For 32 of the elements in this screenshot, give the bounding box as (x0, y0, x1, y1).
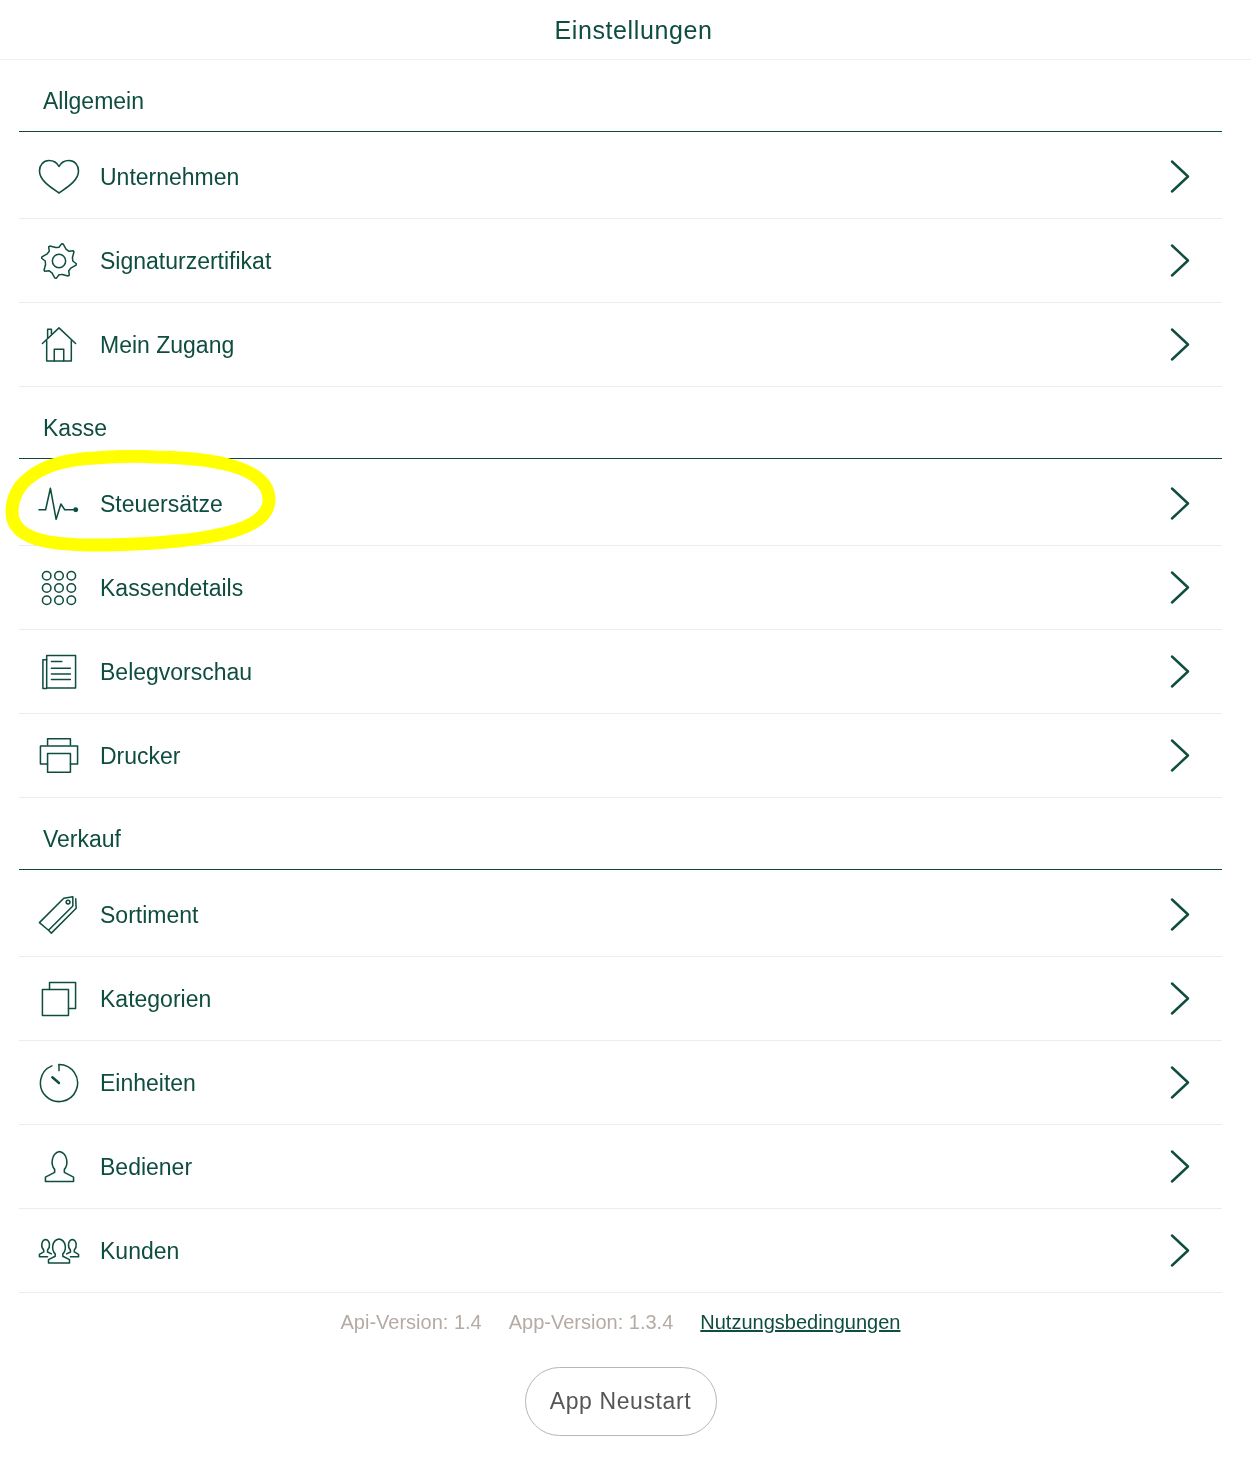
chevron-right-icon (1170, 571, 1190, 604)
restart-button[interactable]: App Neustart (524, 1367, 717, 1436)
version-text: Api-Version: 1.4 (340, 1310, 482, 1334)
pulse-icon (38, 485, 80, 522)
chevron-right-icon (1170, 739, 1190, 772)
chevron-right-icon (1170, 487, 1190, 520)
chevron-right-icon (1170, 898, 1190, 931)
section-heading: Kasse (43, 414, 107, 442)
heart-icon (38, 158, 80, 195)
terms-link[interactable]: Nutzungsbedingungen (700, 1310, 901, 1334)
person-icon (43, 1150, 75, 1183)
people-icon (38, 1236, 80, 1265)
chevron-right-icon (1170, 1234, 1190, 1267)
page-title: Einstellungen (554, 14, 713, 45)
chevron-right-icon (1170, 244, 1190, 277)
chevron-right-icon (1170, 655, 1190, 688)
dot-grid-icon (41, 569, 77, 606)
section-heading: Verkauf (43, 825, 121, 853)
printer-icon (39, 737, 79, 774)
section-heading: Allgemein (43, 87, 144, 115)
chevron-right-icon (1170, 1066, 1190, 1099)
chevron-right-icon (1170, 328, 1190, 361)
chevron-right-icon (1170, 1150, 1190, 1183)
version-text: App-Version: 1.3.4 (508, 1310, 674, 1334)
chevron-right-icon (1170, 160, 1190, 193)
squares-icon (41, 980, 77, 1017)
document-icon (41, 653, 77, 690)
gear-icon (40, 241, 78, 280)
tag-icon (38, 893, 80, 936)
timer-icon (39, 1062, 79, 1103)
chevron-right-icon (1170, 982, 1190, 1015)
house-icon (41, 326, 77, 363)
